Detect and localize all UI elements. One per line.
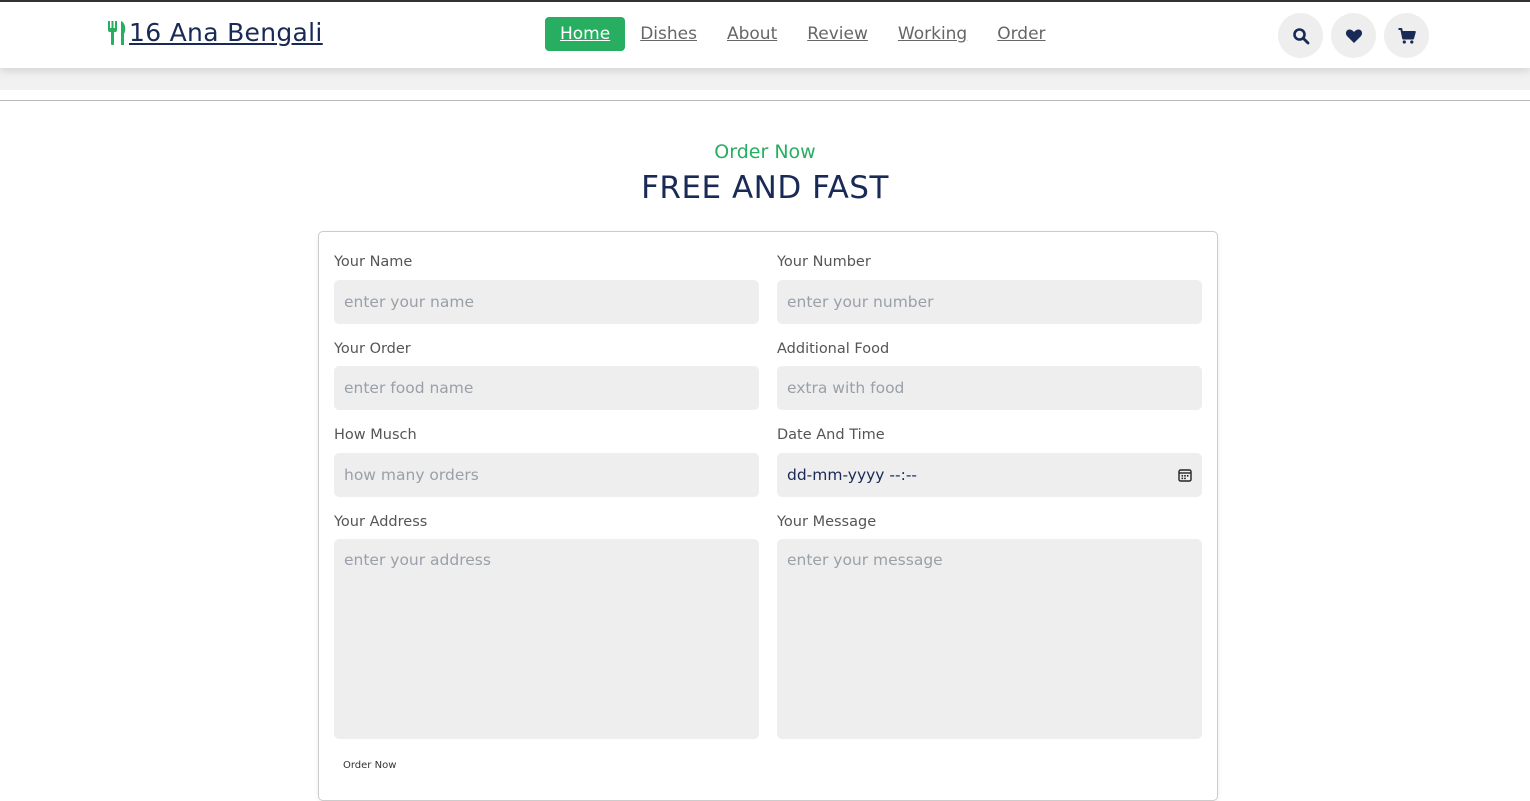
calendar-icon[interactable] xyxy=(1178,468,1192,482)
order-now-button[interactable]: Order Now xyxy=(343,760,396,771)
datetime-label: Date And Time xyxy=(777,427,885,443)
quantity-label: How Musch xyxy=(334,427,417,443)
address-label: Your Address xyxy=(334,514,428,530)
main-nav: Home Dishes About Review Working Order xyxy=(545,17,1076,51)
additional-food-label: Additional Food xyxy=(777,341,890,357)
logo-link[interactable]: 16 Ana Bengali xyxy=(107,18,323,47)
name-label: Your Name xyxy=(334,254,413,270)
message-label: Your Message xyxy=(777,514,877,530)
logo-text: 16 Ana Bengali xyxy=(129,18,323,47)
order-form: Your Name enter your name Your Number en… xyxy=(318,231,1218,801)
datetime-value: dd-mm-yyyy --:-- xyxy=(787,466,918,484)
number-label: Your Number xyxy=(777,254,871,270)
nav-about[interactable]: About xyxy=(727,18,777,50)
order-input[interactable]: enter food name xyxy=(334,366,759,410)
heart-icon xyxy=(1345,28,1362,43)
header-icons xyxy=(1278,13,1437,58)
section-subtitle: Order Now xyxy=(714,141,816,163)
nav-dishes[interactable]: Dishes xyxy=(640,18,697,50)
header-spacer xyxy=(0,68,1530,90)
nav-order[interactable]: Order xyxy=(997,18,1045,50)
nav-home[interactable]: Home xyxy=(545,17,626,51)
favorites-button[interactable] xyxy=(1331,13,1376,58)
cart-icon xyxy=(1398,27,1416,44)
nav-review[interactable]: Review xyxy=(807,18,868,50)
search-icon xyxy=(1292,27,1309,44)
name-input[interactable]: enter your name xyxy=(334,280,759,324)
search-button[interactable] xyxy=(1278,13,1323,58)
number-input[interactable]: enter your number xyxy=(777,280,1202,324)
section-title: FREE AND FAST xyxy=(641,170,889,206)
message-textarea[interactable]: enter your message xyxy=(777,539,1202,739)
cart-button[interactable] xyxy=(1384,13,1429,58)
site-header: 16 Ana Bengali Home Dishes About Review … xyxy=(0,2,1530,68)
nav-working[interactable]: Working xyxy=(898,18,967,50)
utensils-icon xyxy=(108,20,126,45)
quantity-input[interactable]: how many orders xyxy=(334,453,759,497)
additional-food-input[interactable]: extra with food xyxy=(777,366,1202,410)
section-divider xyxy=(0,100,1530,101)
order-label: Your Order xyxy=(334,341,411,357)
address-textarea[interactable]: enter your address xyxy=(334,539,759,739)
datetime-input[interactable]: dd-mm-yyyy --:-- xyxy=(777,453,1202,497)
